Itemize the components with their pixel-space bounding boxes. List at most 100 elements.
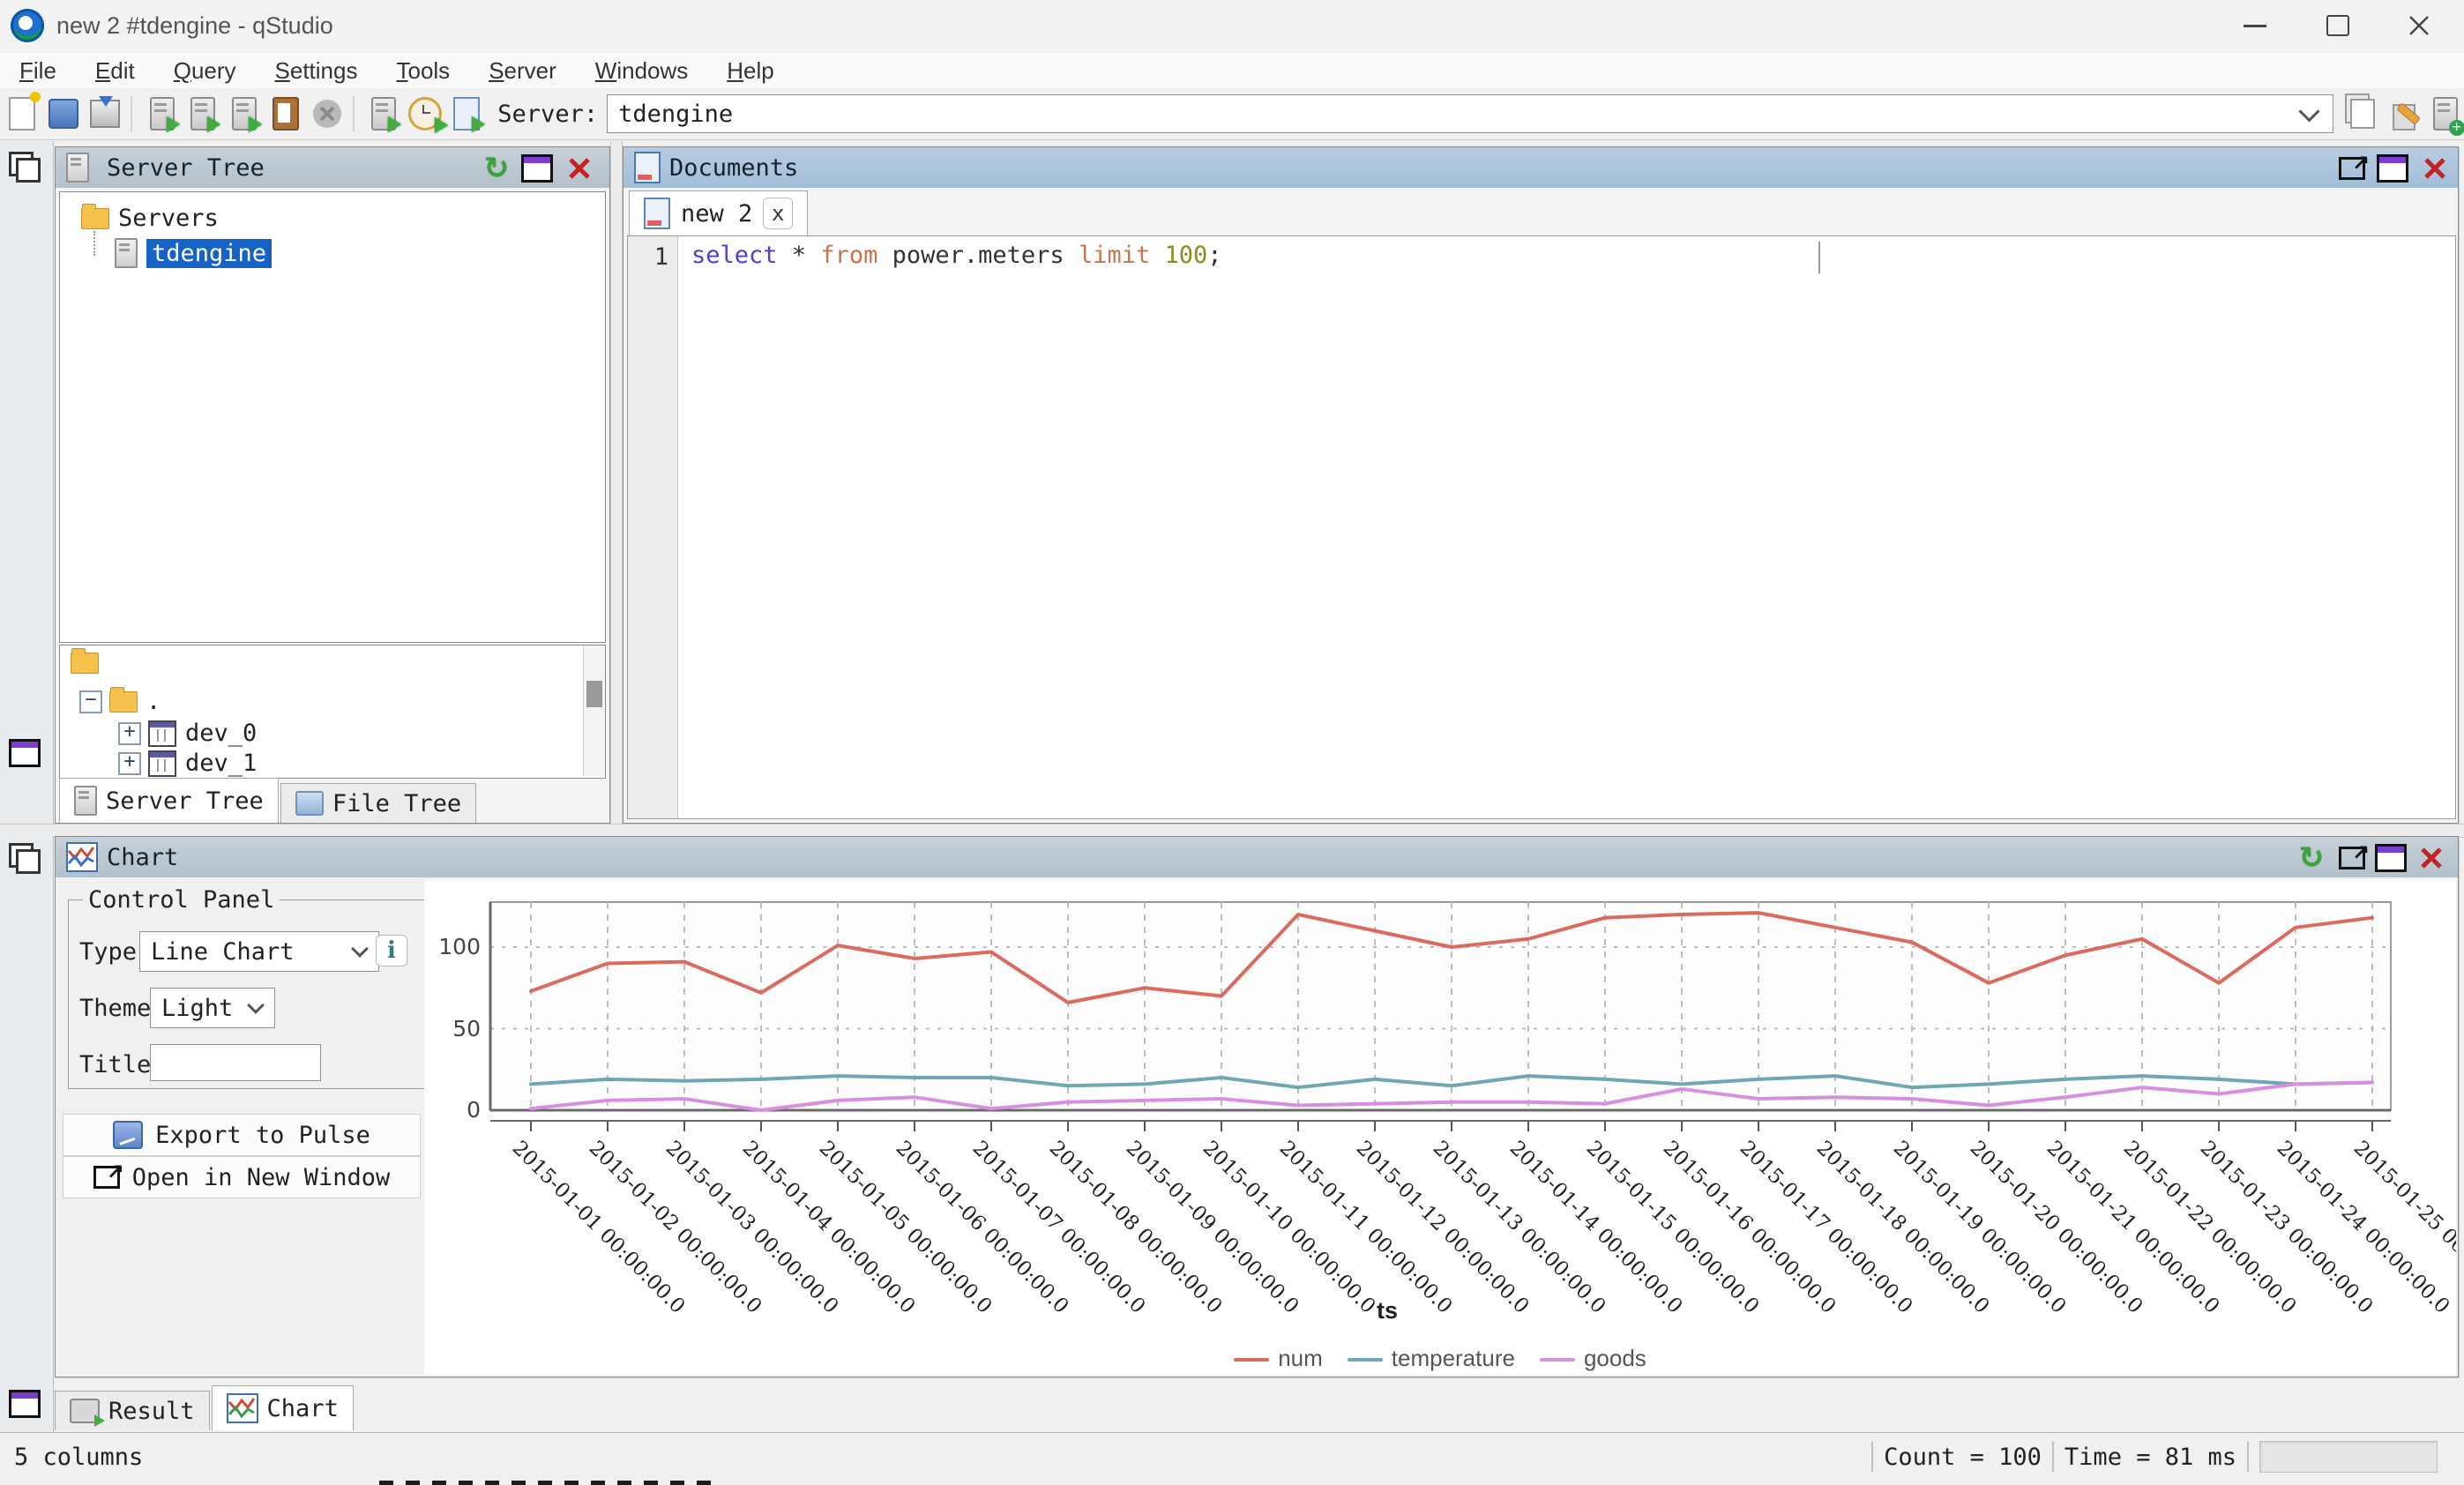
close-tab-button[interactable]: x — [763, 198, 793, 229]
menu-settings[interactable]: Settings — [256, 57, 377, 85]
scrollbar[interactable] — [583, 645, 605, 776]
tab-label: File Tree — [332, 790, 461, 817]
menu-tools[interactable]: Tools — [377, 57, 469, 85]
close-panel-button[interactable] — [564, 153, 595, 184]
expand-icon[interactable]: + — [118, 722, 141, 745]
legend-item-temperature: temperature — [1348, 1345, 1515, 1372]
maximize-icon — [2326, 15, 2349, 36]
menu-windows[interactable]: Windows — [576, 57, 707, 85]
drive-icon — [295, 791, 324, 816]
edit-server-button[interactable] — [2386, 94, 2423, 133]
document-icon — [644, 198, 670, 229]
status-bar: 5 columns Count = 100 Time = 81 ms — [0, 1432, 2464, 1481]
open-file-button[interactable] — [45, 94, 83, 133]
server-icon — [74, 786, 97, 816]
type-select-value: Line Chart — [151, 938, 295, 966]
menu-server[interactable]: Server — [469, 57, 576, 85]
server-tree-header: Server Tree ↻ — [56, 147, 609, 188]
server-tree-tab[interactable]: Server Tree — [59, 778, 279, 823]
y-axis-label: 0 — [429, 1097, 481, 1123]
close-icon — [2408, 15, 2430, 36]
tree-node-tdengine[interactable]: tdengine — [115, 238, 272, 268]
close-button[interactable] — [2390, 0, 2448, 51]
clipboard-button[interactable] — [267, 94, 305, 133]
refresh-button[interactable]: ↻ — [481, 153, 512, 184]
close-panel-button[interactable] — [2419, 153, 2451, 184]
maximize-panel-icon — [2375, 844, 2407, 872]
maximize-panel-button[interactable] — [2377, 153, 2408, 184]
left-dock-strip-bottom — [0, 836, 54, 1432]
app-window: new 2 #tdengine - qStudio FileEditQueryS… — [0, 0, 2464, 1485]
menu-help[interactable]: Help — [707, 57, 793, 85]
tree-node-dot[interactable]: − . — [79, 688, 161, 715]
maximize-panel-button[interactable] — [521, 153, 553, 184]
result-tab[interactable]: Result — [55, 1391, 210, 1430]
sql-editor[interactable]: 1 select * from power.meters limit 100; — [627, 235, 2456, 819]
copy-icon — [2350, 99, 2375, 129]
expand-icon[interactable]: + — [118, 752, 141, 775]
execute-selection-icon — [232, 97, 257, 131]
console-icon — [70, 1399, 100, 1423]
schedule-query-button[interactable] — [407, 94, 444, 133]
scrollbar-thumb[interactable] — [586, 681, 602, 707]
collapse-icon[interactable]: − — [79, 690, 102, 713]
add-server-button[interactable]: + — [2426, 94, 2464, 133]
legend-swatch — [1540, 1358, 1575, 1362]
documents-title: Documents — [669, 154, 798, 182]
execute-selection-button[interactable] — [226, 94, 264, 133]
menu-query[interactable]: Query — [154, 57, 256, 85]
editor-gutter: 1 — [628, 236, 678, 818]
execute-query-button[interactable] — [143, 94, 181, 133]
execute-line-icon — [190, 97, 215, 131]
popout-button[interactable]: ↗ — [2336, 153, 2368, 184]
copy-button[interactable] — [2344, 94, 2382, 133]
maximize-button[interactable] — [2309, 0, 2367, 51]
document-tab-new2[interactable]: new 2 x — [629, 190, 808, 235]
send-query-button[interactable] — [365, 94, 403, 133]
close-panel-button[interactable] — [2415, 842, 2447, 874]
table-icon — [148, 750, 176, 777]
code-token: * — [778, 242, 821, 269]
chart-info-button[interactable]: i — [376, 935, 407, 966]
tree-node-label: tdengine — [146, 239, 272, 268]
export-to-pulse-button[interactable]: Export to Pulse — [63, 1114, 421, 1156]
popout-button[interactable]: ↗ — [2336, 842, 2368, 874]
code-token: from — [820, 242, 877, 269]
server-combobox[interactable]: tdengine — [607, 94, 2333, 133]
type-select[interactable]: Line Chart — [139, 931, 379, 972]
vertical-splitter[interactable] — [610, 141, 623, 824]
save-button[interactable] — [86, 94, 124, 133]
chart-tab[interactable]: Chart — [212, 1385, 354, 1430]
tree-node-dev1[interactable]: + dev_1 — [118, 750, 257, 777]
dock-restore-icon[interactable] — [9, 152, 42, 183]
maximize-panel-button[interactable] — [2375, 842, 2407, 874]
dock-window-icon[interactable] — [9, 739, 42, 771]
tree-node-dev0[interactable]: + dev_0 — [118, 720, 257, 747]
new-document-button[interactable] — [4, 94, 41, 133]
menu-file[interactable]: File — [0, 57, 76, 85]
open-in-new-window-button[interactable]: ↗ Open in New Window — [63, 1156, 421, 1198]
maximize-panel-icon — [2377, 154, 2408, 183]
tab-label: Chart — [267, 1395, 339, 1422]
toolbar-separator — [353, 96, 355, 131]
stop-query-button[interactable] — [308, 94, 346, 133]
menu-edit[interactable]: Edit — [76, 57, 154, 85]
close-panel-icon — [2423, 156, 2447, 181]
dock-window-icon[interactable] — [9, 1390, 42, 1422]
maximize-panel-icon — [521, 154, 553, 183]
run-script-button[interactable] — [448, 94, 486, 133]
y-axis-label: 100 — [429, 934, 481, 959]
title-input[interactable] — [150, 1044, 321, 1081]
execute-line-button[interactable] — [184, 94, 222, 133]
clipboard-icon — [273, 97, 299, 131]
minimize-button[interactable] — [2226, 0, 2284, 51]
progress-well — [2259, 1441, 2438, 1473]
refresh-button[interactable]: ↻ — [2296, 842, 2327, 874]
legend-swatch — [1234, 1358, 1269, 1362]
tree-node-servers[interactable]: Servers — [81, 205, 219, 232]
file-tree-tab[interactable]: File Tree — [280, 783, 476, 823]
tree-node-root-folder[interactable] — [71, 653, 108, 674]
dock-restore-icon[interactable] — [9, 843, 42, 875]
close-panel-icon — [2419, 846, 2444, 870]
theme-select[interactable]: Light — [150, 988, 275, 1028]
